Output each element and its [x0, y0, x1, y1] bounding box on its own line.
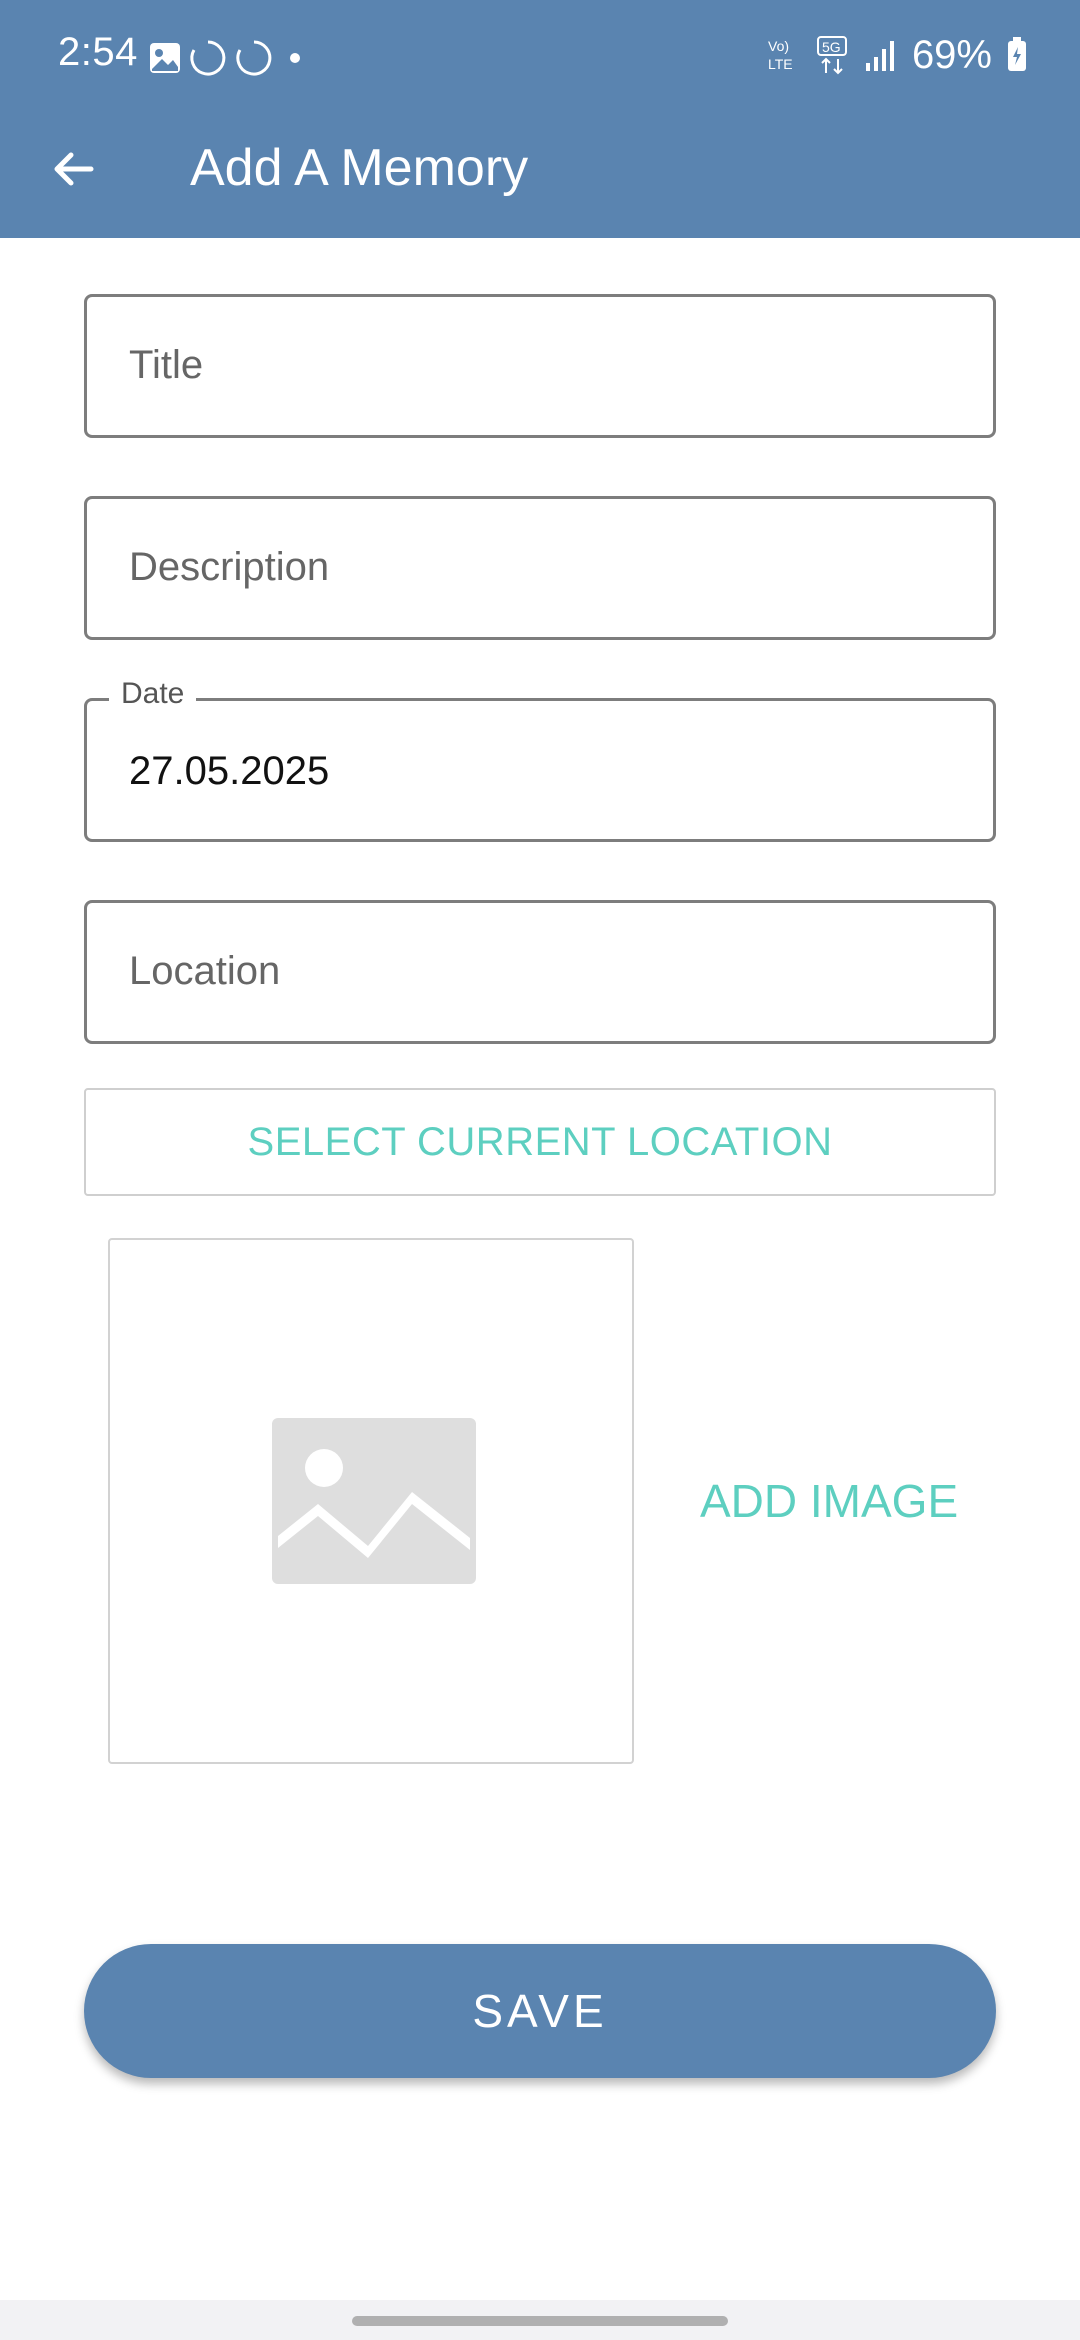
title-placeholder: Title: [129, 343, 204, 387]
signal-icon: [865, 41, 894, 71]
loading-icon: [236, 40, 272, 76]
page-title: Add A Memory: [190, 139, 529, 197]
app-bar: 2:54 Vo) LTE 5G 69% Add A Memory: [0, 0, 1080, 238]
svg-text:5G: 5G: [822, 39, 841, 55]
arrow-left-icon: [54, 152, 94, 186]
date-field[interactable]: Date 27.05.2025: [84, 677, 996, 842]
toolbar: Add A Memory: [0, 112, 1080, 238]
location-field[interactable]: Location: [84, 900, 996, 1044]
dot-icon: [290, 53, 300, 63]
gallery-icon: [150, 43, 180, 73]
home-gesture-handle[interactable]: [352, 2316, 728, 2326]
description-placeholder: Description: [129, 545, 330, 589]
status-time: 2:54: [58, 30, 138, 74]
date-label: Date: [109, 677, 197, 711]
volte-icon: Vo) LTE: [768, 38, 793, 72]
image-placeholder-icon: [272, 1418, 476, 1584]
description-field[interactable]: Description: [84, 496, 996, 640]
5g-icon: 5G: [816, 36, 847, 75]
image-preview[interactable]: [108, 1238, 634, 1764]
title-field[interactable]: Title: [84, 294, 996, 438]
svg-text:LTE: LTE: [768, 56, 793, 72]
battery-charging-icon: [1008, 37, 1026, 71]
svg-text:Vo): Vo): [768, 38, 789, 54]
status-left-icons: [148, 38, 310, 78]
battery-percent: 69%: [911, 32, 992, 77]
loading-icon: [190, 40, 226, 76]
select-current-location-button[interactable]: SELECT CURRENT LOCATION: [84, 1088, 996, 1196]
status-bar: 2:54 Vo) LTE 5G 69%: [0, 0, 1080, 112]
date-value: 27.05.2025: [129, 749, 330, 793]
add-image-button[interactable]: ADD IMAGE: [700, 1474, 958, 1528]
navigation-bar: [0, 2300, 1080, 2340]
back-button[interactable]: [36, 132, 110, 206]
save-button[interactable]: SAVE: [84, 1944, 996, 2078]
location-placeholder: Location: [129, 949, 281, 993]
status-right: Vo) LTE 5G 69%: [766, 30, 1028, 80]
